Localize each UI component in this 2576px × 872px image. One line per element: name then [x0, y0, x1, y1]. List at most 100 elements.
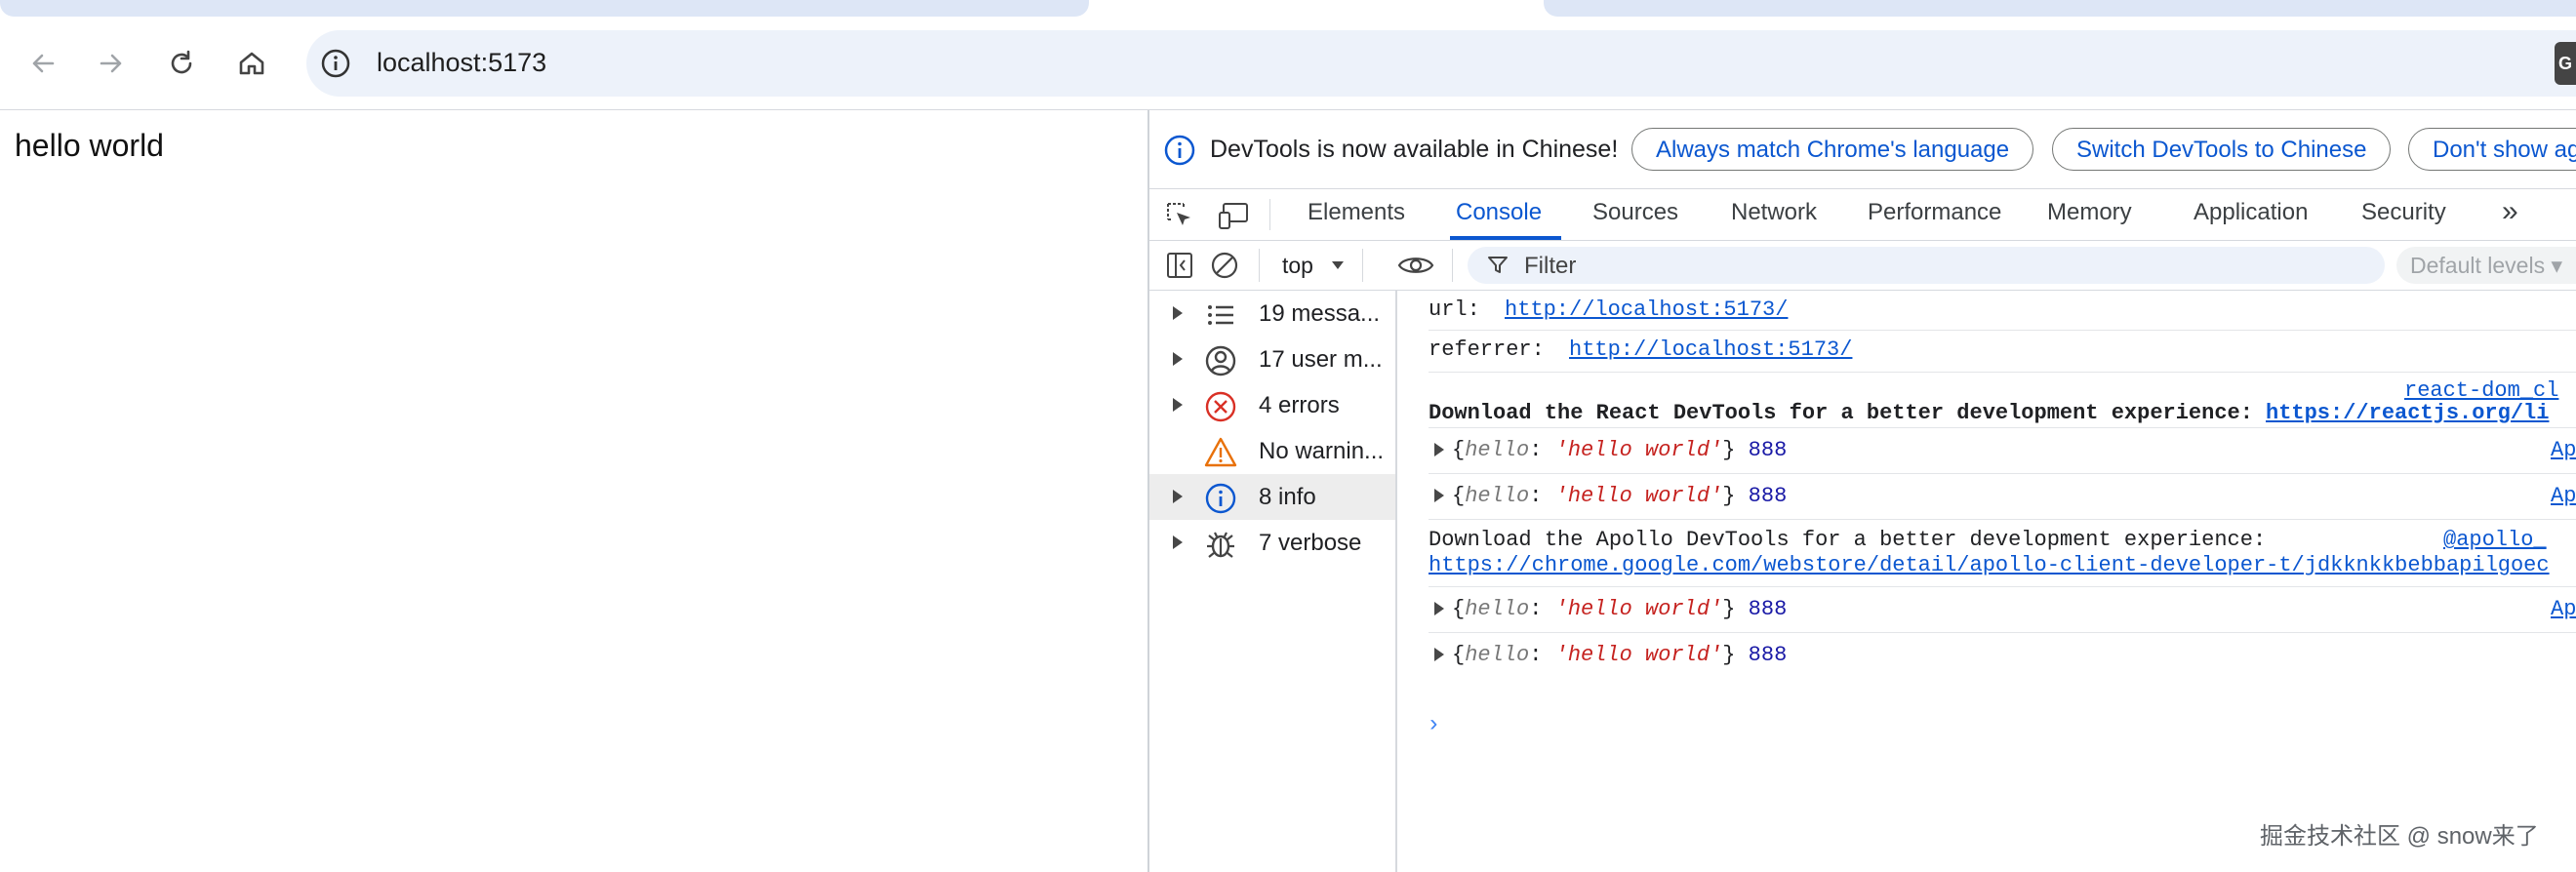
device-toolbar-icon[interactable]	[1218, 201, 1251, 230]
home-icon	[239, 52, 264, 75]
list-icon	[1208, 305, 1233, 325]
sidebar-item-messages[interactable]: 19 messa...	[1149, 291, 1395, 337]
referrer-label: referrer:	[1429, 337, 1545, 362]
browser-tab[interactable]	[1544, 0, 2576, 17]
site-info-icon[interactable]	[320, 48, 351, 79]
clear-console-icon[interactable]	[1210, 251, 1239, 280]
address-bar[interactable]: localhost:5173	[306, 30, 2576, 97]
referrer-link[interactable]: http://localhost:5173/	[1569, 337, 1852, 362]
url-text[interactable]: localhost:5173	[377, 48, 546, 78]
sidebar-item-label: 4 errors	[1259, 392, 1340, 418]
expand-arrow-icon	[1173, 535, 1183, 549]
error-icon	[1205, 391, 1236, 422]
console-message: react-dom_cl Download the React DevTools…	[1429, 373, 2576, 428]
sidebar-item-warnings[interactable]: No warnin...	[1149, 428, 1395, 474]
object-key: hello	[1465, 597, 1530, 621]
object-key: hello	[1465, 438, 1530, 462]
bug-icon	[1207, 532, 1234, 558]
expand-arrow-icon[interactable]	[1434, 648, 1444, 662]
expand-arrow-icon[interactable]	[1434, 489, 1444, 503]
source-link[interactable]: react-dom_cl	[2404, 378, 2558, 403]
inspect-element-icon[interactable]	[1165, 201, 1194, 230]
console-message: Download the Apollo DevTools for a bette…	[1429, 520, 2576, 587]
tab-application[interactable]: Application	[2194, 199, 2308, 226]
translate-icon[interactable]: G	[2555, 42, 2576, 85]
source-link[interactable]: Ap	[2551, 484, 2576, 508]
object-value: 'hello world'	[1554, 597, 1723, 621]
active-tab-indicator	[1450, 236, 1561, 240]
tab-sources[interactable]: Sources	[1592, 199, 1678, 226]
caret-down-icon	[1332, 261, 1344, 269]
sidebar-item-info[interactable]: 8 info	[1149, 474, 1395, 520]
object-key: hello	[1465, 484, 1530, 508]
console-message: referrer: http://localhost:5173/	[1429, 331, 2576, 373]
reload-button[interactable]	[156, 38, 207, 89]
filter-icon	[1488, 257, 1508, 273]
filter-input[interactable]: Filter	[1468, 247, 2385, 284]
divider	[1452, 249, 1453, 282]
sidebar-item-verbose[interactable]: 7 verbose	[1149, 520, 1395, 566]
tab-console[interactable]: Console	[1456, 199, 1542, 226]
console-message[interactable]: {hello: 'hello world'} 888	[1429, 633, 2576, 678]
watermark: 掘金技术社区 @ snow来了	[2260, 823, 2539, 850]
object-value: 'hello world'	[1554, 643, 1723, 667]
filter-placeholder: Filter	[1524, 253, 1577, 279]
object-key: hello	[1465, 643, 1530, 667]
arrow-left-icon	[32, 54, 55, 73]
console-message[interactable]: {hello: 'hello world'} 888 Ap	[1429, 428, 2576, 474]
dont-show-again-button[interactable]: Don't show ag	[2408, 128, 2576, 171]
sidebar-toggle-icon[interactable]	[1165, 251, 1194, 280]
info-icon	[1205, 483, 1236, 514]
url-link[interactable]: http://localhost:5173/	[1505, 297, 1788, 322]
tab-performance[interactable]: Performance	[1868, 199, 2001, 226]
console-output: url: http://localhost:5173/ referrer: ht…	[1397, 291, 2576, 872]
expand-arrow-icon	[1173, 490, 1183, 503]
console-prompt[interactable]: ›	[1427, 712, 1440, 738]
console-sidebar: 19 messa... 17 user m... 4 errors No war…	[1149, 291, 1397, 872]
sidebar-item-errors[interactable]: 4 errors	[1149, 382, 1395, 428]
object-value: 'hello world'	[1554, 484, 1723, 508]
sidebar-item-user-messages[interactable]: 17 user m...	[1149, 337, 1395, 382]
warning-icon	[1204, 437, 1237, 467]
expand-arrow-icon	[1173, 352, 1183, 366]
tab-memory[interactable]: Memory	[2047, 199, 2132, 226]
forward-button[interactable]	[86, 38, 137, 89]
back-button[interactable]	[18, 38, 68, 89]
console-message: url: http://localhost:5173/	[1429, 291, 2576, 331]
expand-arrow-icon	[1173, 398, 1183, 412]
log-levels-label: Default levels	[2410, 253, 2546, 278]
tab-network[interactable]: Network	[1731, 199, 1817, 226]
source-link[interactable]: @apollo_	[2443, 528, 2547, 552]
log-levels-dropdown[interactable]: Default levels ▾	[2396, 247, 2576, 284]
console-message[interactable]: {hello: 'hello world'} 888 Ap	[1429, 587, 2576, 633]
infobar-message: DevTools is now available in Chinese!	[1210, 136, 1619, 163]
apollo-devtools-link[interactable]: https://chrome.google.com/webstore/detai…	[1429, 553, 2550, 577]
divider	[1259, 249, 1260, 282]
eye-icon[interactable]	[1397, 254, 1434, 277]
expand-arrow-icon[interactable]	[1434, 443, 1444, 457]
tab-security[interactable]: Security	[2361, 199, 2446, 226]
context-selector[interactable]: top	[1282, 253, 1313, 279]
switch-to-chinese-button[interactable]: Switch DevTools to Chinese	[2052, 128, 2392, 171]
react-devtools-link[interactable]: https://reactjs.org/li	[2266, 401, 2549, 425]
console-message[interactable]: {hello: 'hello world'} 888 Ap	[1429, 474, 2576, 520]
tab-elements[interactable]: Elements	[1308, 199, 1405, 226]
tab-strip	[0, 0, 2576, 17]
url-label: url:	[1429, 297, 1480, 322]
devtools-tabs: Elements Console Sources Network Perform…	[1149, 189, 2576, 241]
source-link[interactable]: Ap	[2551, 438, 2576, 462]
browser-tab[interactable]	[0, 0, 1089, 17]
log-number: 888	[1748, 484, 1788, 508]
divider	[1362, 249, 1363, 282]
expand-arrow-icon	[1173, 306, 1183, 320]
more-tabs-button[interactable]: »	[2502, 195, 2518, 228]
user-icon	[1205, 345, 1236, 377]
expand-arrow-icon[interactable]	[1434, 602, 1444, 616]
source-link[interactable]: Ap	[2551, 597, 2576, 621]
sidebar-item-label: 19 messa...	[1259, 300, 1381, 327]
always-match-language-button[interactable]: Always match Chrome's language	[1631, 128, 2034, 171]
web-page: hello world	[0, 110, 1147, 872]
react-devtools-message: Download the React DevTools for a better…	[1429, 401, 2253, 425]
sidebar-item-label: No warnin...	[1259, 438, 1385, 464]
home-button[interactable]	[226, 38, 277, 89]
